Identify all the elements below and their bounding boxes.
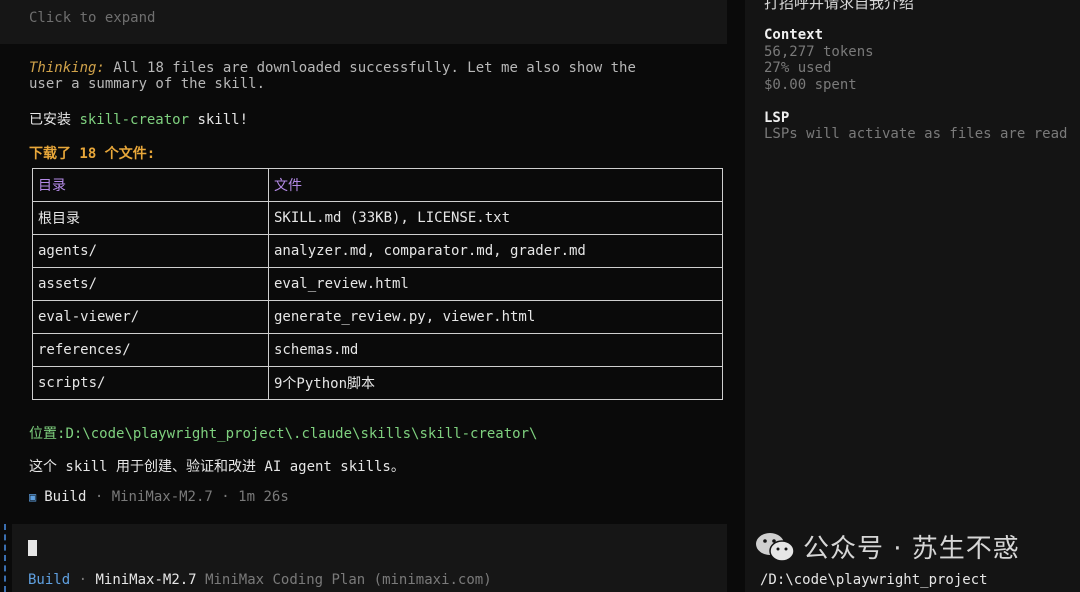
footer-model[interactable]: MiniMax-M2.7 <box>95 572 196 588</box>
build-model: MiniMax-M2.7 <box>111 489 213 505</box>
files-table: 目录 文件 根目录 SKILL.md (33KB), LICENSE.txt a… <box>32 168 723 400</box>
table-cell-files: 9个Python脚本 <box>268 366 723 400</box>
build-duration: 1m 26s <box>238 489 289 505</box>
collapsed-block[interactable]: Click to expand <box>0 0 727 44</box>
watermark: 公众号 · 苏生不惑 <box>755 528 1020 565</box>
table-row: 根目录 SKILL.md (33KB), LICENSE.txt <box>32 201 723 235</box>
location-line: 位置:D:\code\playwright_project\.claude\sk… <box>29 423 537 443</box>
thinking-text-line2: user a summary of the skill. <box>29 76 266 92</box>
context-used: 27% used <box>764 60 832 76</box>
table-row: agents/ analyzer.md, comparator.md, grad… <box>32 234 723 268</box>
build-square-icon: ▣ <box>29 490 37 504</box>
table-row: references/ schemas.md <box>32 333 723 367</box>
input-accent-bar <box>4 524 8 592</box>
context-heading: Context <box>764 27 824 43</box>
separator: · <box>221 489 230 505</box>
project-path: /D:\code\playwright_project <box>760 572 988 588</box>
table-cell-files: SKILL.md (33KB), LICENSE.txt <box>268 201 723 235</box>
context-tokens: 56,277 tokens <box>764 44 874 60</box>
click-to-expand[interactable]: Click to expand <box>29 10 155 26</box>
build-status: ▣ Build · MiniMax-M2.7 · 1m 26s <box>29 489 289 505</box>
session-sidebar: 打招呼并请求自我介绍 Context 56,277 tokens 27% use… <box>745 0 1080 592</box>
thinking-text-line1: All 18 files are downloaded successfully… <box>113 60 636 76</box>
installed-prefix: 已安装 <box>29 112 80 128</box>
table-header-row: 目录 文件 <box>32 168 723 202</box>
table-cell-files: schemas.md <box>268 333 723 367</box>
location-path: D:\code\playwright_project\.claude\skill… <box>65 426 538 442</box>
build-mode: Build <box>44 489 87 505</box>
watermark-text: 公众号 · 苏生不惑 <box>803 534 1020 564</box>
footer-mode[interactable]: Build <box>28 572 70 588</box>
skill-description: 这个 skill 用于创建、验证和改进 AI agent skills。 <box>29 459 405 475</box>
table-cell-files: generate_review.py, viewer.html <box>268 300 723 334</box>
installed-suffix: skill! <box>189 112 249 128</box>
session-title: 打招呼并请求自我介绍 <box>764 0 915 12</box>
context-spent: $0.00 spent <box>764 77 857 93</box>
text-cursor <box>28 540 37 556</box>
table-row: assets/ eval_review.html <box>32 267 723 301</box>
lsp-heading: LSP <box>764 110 790 126</box>
table-cell-files: analyzer.md, comparator.md, grader.md <box>268 234 723 268</box>
installed-message: 已安装 skill-creator skill! <box>29 109 248 129</box>
skill-name: skill-creator <box>79 112 190 128</box>
table-header-directory: 目录 <box>32 168 269 202</box>
table-cell-directory: agents/ <box>32 234 269 268</box>
separator: · <box>94 489 104 505</box>
table-cell-directory: scripts/ <box>32 366 269 400</box>
lsp-status: LSPs will activate as files are read <box>764 126 1068 142</box>
mode-footer: Build · MiniMax-M2.7 MiniMax Coding Plan… <box>28 572 492 588</box>
table-cell-files: eval_review.html <box>268 267 723 301</box>
separator: · <box>78 572 88 588</box>
wechat-icon <box>756 532 795 562</box>
table-header-files: 文件 <box>268 168 723 202</box>
thinking-label: Thinking: <box>29 60 105 76</box>
thinking-message: Thinking: All 18 files are downloaded su… <box>29 60 719 92</box>
conversation-panel: Click to expand Thinking: All 18 files a… <box>0 0 745 592</box>
table-row: scripts/ 9个Python脚本 <box>32 366 723 400</box>
location-label: 位置: <box>29 426 66 442</box>
table-cell-directory: assets/ <box>32 267 269 301</box>
downloaded-heading: 下载了 18 个文件: <box>29 146 156 162</box>
footer-plan: MiniMax Coding Plan (minimaxi.com) <box>205 572 492 588</box>
table-cell-directory: references/ <box>32 333 269 367</box>
table-cell-directory: 根目录 <box>32 201 269 235</box>
table-row: eval-viewer/ generate_review.py, viewer.… <box>32 300 723 334</box>
table-cell-directory: eval-viewer/ <box>32 300 269 334</box>
